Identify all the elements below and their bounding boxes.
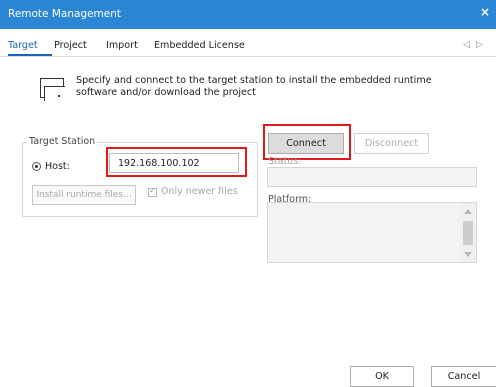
host-radio[interactable]	[32, 162, 41, 171]
close-icon[interactable]: ×	[480, 5, 490, 19]
platform-field	[267, 202, 477, 263]
scroll-down-icon[interactable]	[464, 252, 472, 257]
title-bar: Remote Management ×	[0, 0, 496, 29]
window-title: Remote Management	[8, 8, 122, 20]
target-station-group: Target Station Host: 192.168.100.102 Ins…	[22, 136, 258, 217]
host-input[interactable]: 192.168.100.102	[109, 153, 239, 173]
cancel-button[interactable]: Cancel	[431, 366, 496, 387]
scroll-thumb[interactable]	[463, 221, 473, 245]
tab-separator	[0, 56, 496, 57]
connect-button[interactable]: Connect	[268, 133, 344, 154]
status-field	[267, 167, 477, 187]
target-station-label: Target Station	[27, 136, 98, 147]
description-text: Specify and connect to the target statio…	[76, 75, 432, 98]
target-device-icon	[40, 78, 65, 101]
install-runtime-files-button: Install runtime files...	[32, 185, 136, 205]
only-newer-files-label: Only newer files	[161, 186, 238, 197]
platform-scrollbar[interactable]	[460, 203, 476, 262]
disconnect-button: Disconnect	[354, 133, 429, 154]
scroll-up-icon[interactable]	[464, 209, 472, 214]
tab-scroll-left-icon[interactable]: ◁	[463, 40, 470, 50]
tab-import[interactable]: Import	[106, 40, 138, 51]
tab-embedded-license[interactable]: Embedded License	[154, 40, 245, 51]
tab-scroll-right-icon[interactable]: ▷	[476, 40, 483, 50]
ok-button[interactable]: OK	[350, 366, 414, 387]
tab-project[interactable]: Project	[54, 40, 87, 51]
host-label: Host:	[45, 161, 70, 172]
status-label: Status:	[268, 156, 302, 167]
only-newer-files-checkbox	[148, 186, 157, 197]
tab-target[interactable]: Target	[8, 40, 38, 51]
